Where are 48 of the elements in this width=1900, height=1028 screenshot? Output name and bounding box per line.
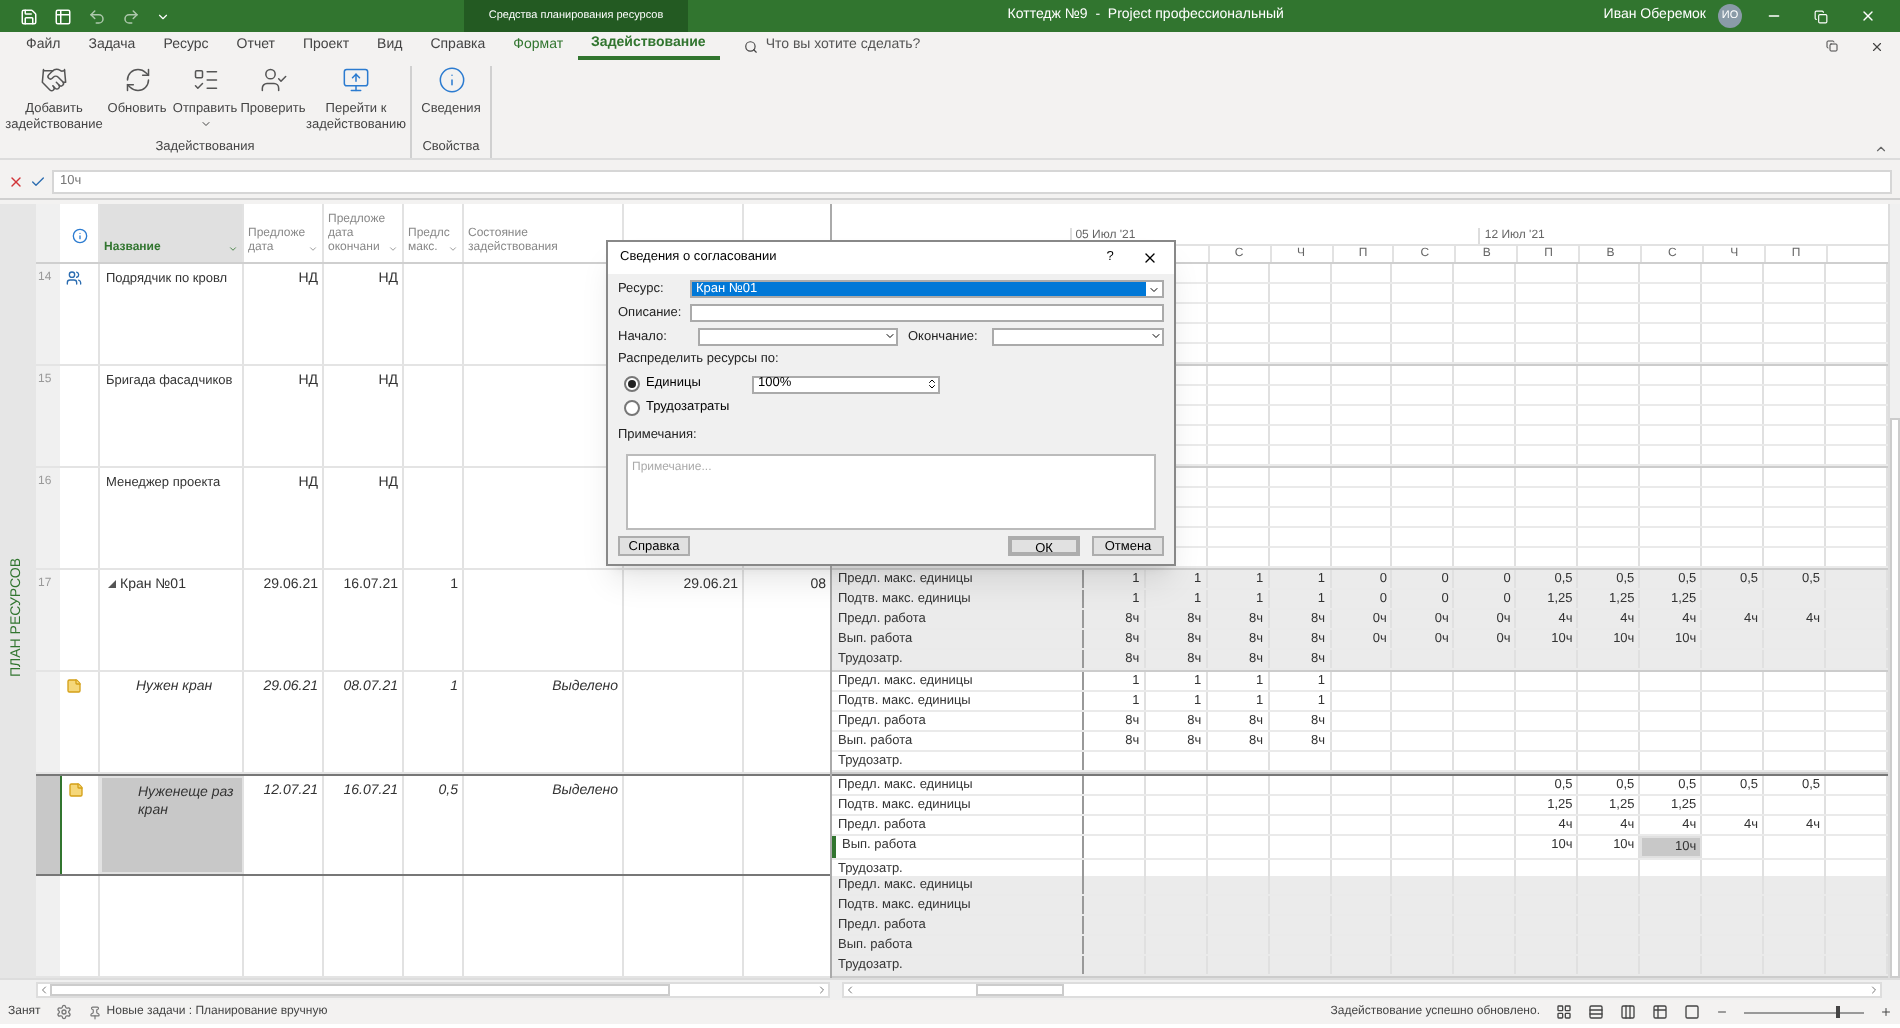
accept-icon[interactable]	[30, 173, 46, 189]
filter-caret-icon[interactable]	[448, 244, 458, 254]
pin-icon[interactable]	[88, 1005, 103, 1019]
close-icon[interactable]	[1142, 250, 1158, 266]
dropdown-caret-icon	[1150, 330, 1162, 343]
info-icon	[71, 228, 87, 244]
customize-icon[interactable]	[156, 9, 170, 23]
search-icon[interactable]	[743, 39, 758, 53]
view-icon[interactable]	[1684, 1004, 1700, 1020]
dropdown-caret-icon	[884, 330, 896, 343]
filter-caret-icon[interactable]	[228, 244, 238, 254]
vertical-scrollbar[interactable]	[1888, 204, 1900, 978]
collapse-triangle-icon[interactable]	[108, 580, 116, 588]
restore-icon[interactable]	[1814, 9, 1828, 23]
finish-date-dropdown[interactable]	[992, 327, 1164, 346]
corner-cell[interactable]	[36, 204, 60, 262]
view-icon[interactable]	[1652, 1004, 1668, 1020]
description-field[interactable]	[690, 304, 1164, 323]
redo-icon[interactable]	[122, 7, 140, 25]
gear-icon[interactable]	[56, 1004, 73, 1020]
dropdown-caret-icon	[1148, 283, 1160, 296]
handshake-icon	[40, 66, 68, 94]
radio-button[interactable]	[624, 376, 640, 392]
cancel-icon[interactable]	[8, 173, 24, 189]
note-icon	[66, 678, 82, 694]
radio-button[interactable]	[624, 400, 640, 416]
start-date-dropdown[interactable]	[698, 327, 898, 346]
checklist-icon	[191, 66, 219, 94]
table-icon[interactable]	[54, 7, 72, 25]
person-check-icon	[259, 66, 287, 94]
filter-caret-icon[interactable]	[388, 244, 398, 254]
close-icon[interactable]	[1870, 39, 1884, 53]
filter-caret-icon[interactable]	[308, 244, 318, 254]
monitor-icon	[342, 66, 370, 94]
zoom-out-icon[interactable]	[1716, 1006, 1728, 1018]
view-icon[interactable]	[1556, 1004, 1572, 1020]
view-icon[interactable]	[1620, 1004, 1636, 1020]
undo-icon[interactable]	[88, 7, 106, 25]
save-icon[interactable]	[20, 7, 38, 25]
people-icon	[66, 270, 82, 286]
restore-icon[interactable]	[1826, 40, 1838, 52]
view-icon[interactable]	[1588, 1004, 1604, 1020]
info-icon	[437, 66, 465, 94]
zoom-slider[interactable]	[1744, 1006, 1864, 1018]
collapse-ribbon-icon[interactable]	[1874, 142, 1888, 156]
zoom-in-icon[interactable]	[1880, 1006, 1892, 1018]
note-icon	[68, 782, 84, 798]
refresh-icon	[123, 66, 151, 94]
